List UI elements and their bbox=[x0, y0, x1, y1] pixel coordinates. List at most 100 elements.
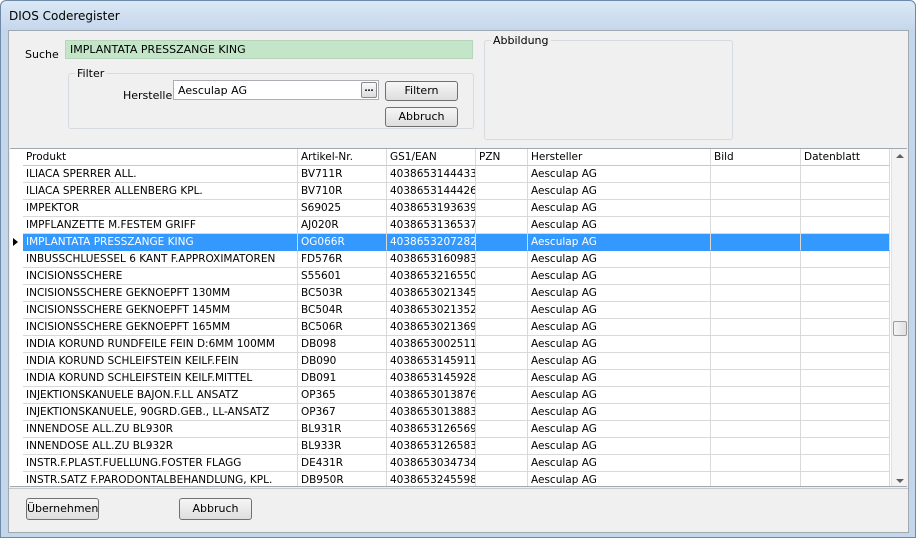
table-cell: BV711R bbox=[298, 166, 387, 183]
vertical-scrollbar[interactable] bbox=[891, 149, 907, 486]
table-row[interactable]: INDIA KORUND SCHLEIFSTEIN KEILF.MITTEL DB… bbox=[10, 370, 890, 387]
dialog-client-area: Suche Filter Hersteller Aesculap AG … Fi… bbox=[8, 30, 909, 533]
column-header[interactable]: Artikel-Nr. bbox=[298, 149, 387, 166]
table-cell: INCISIONSSCHERE GEKNOEPFT 145MM bbox=[23, 302, 298, 319]
table-row[interactable]: INSTR.F.PLAST.FUELLUNG.FOSTER FLAGG DE431… bbox=[10, 455, 890, 472]
column-header[interactable]: Bild bbox=[711, 149, 801, 166]
table-cell bbox=[801, 472, 890, 486]
table-cell: FD576R bbox=[298, 251, 387, 268]
table-row[interactable]: INBUSSCHLUESSEL 6 KANT F.APPROXIMATOREN F… bbox=[10, 251, 890, 268]
table-cell bbox=[711, 353, 801, 370]
table-row[interactable]: INDIA KORUND RUNDFEILE FEIN D:6MM 100MM D… bbox=[10, 336, 890, 353]
table-cell: Aesculap AG bbox=[528, 200, 711, 217]
table-cell: 4038653013876 bbox=[387, 387, 476, 404]
table-cell bbox=[801, 183, 890, 200]
table-cell: ILIACA SPERRER ALLENBERG KPL. bbox=[23, 183, 298, 200]
table-cell: Aesculap AG bbox=[528, 217, 711, 234]
scroll-thumb[interactable] bbox=[893, 321, 907, 336]
table-cell: 4038653207282 bbox=[387, 234, 476, 251]
table-cell: Aesculap AG bbox=[528, 472, 711, 486]
column-header[interactable]: PZN bbox=[476, 149, 528, 166]
table-cell bbox=[711, 455, 801, 472]
table-cell bbox=[711, 183, 801, 200]
table-cell bbox=[476, 387, 528, 404]
column-header[interactable]: Datenblatt bbox=[801, 149, 890, 166]
table-row[interactable]: INJEKTIONSKANUELE BAJON.F.LL ANSATZ OP365… bbox=[10, 387, 890, 404]
table-cell: OP367 bbox=[298, 404, 387, 421]
table-row[interactable]: IMPEKTOR S69025 4038653193639 Aesculap AG bbox=[10, 200, 890, 217]
table-cell: BL931R bbox=[298, 421, 387, 438]
search-input[interactable] bbox=[65, 40, 473, 59]
table-cell: 4038653160983 bbox=[387, 251, 476, 268]
table-row[interactable]: IMPLANTATA PRESSZANGE KING OG066R 40386532… bbox=[10, 234, 890, 251]
filter-cancel-button[interactable]: Abbruch bbox=[385, 107, 458, 127]
table-cell bbox=[711, 387, 801, 404]
table-row[interactable]: INCISIONSSCHERE GEKNOEPFT 130MM BC503R 403… bbox=[10, 285, 890, 302]
table-cell: Aesculap AG bbox=[528, 302, 711, 319]
table-row[interactable]: ILIACA SPERRER ALL. BV711R 4038653144433 Ae… bbox=[10, 166, 890, 183]
table-row[interactable]: INCISIONSSCHERE GEKNOEPFT 145MM BC504R 403… bbox=[10, 302, 890, 319]
table-cell bbox=[711, 251, 801, 268]
scroll-down-icon[interactable] bbox=[896, 479, 904, 483]
table-cell: 4038653136537 bbox=[387, 217, 476, 234]
product-table[interactable]: Produkt Artikel-Nr. GS1/EAN PZN Hersteller Bi… bbox=[10, 148, 907, 487]
table-cell bbox=[711, 285, 801, 302]
table-cell bbox=[711, 217, 801, 234]
table-cell bbox=[476, 455, 528, 472]
table-cell: 4038653126583 bbox=[387, 438, 476, 455]
table-row[interactable]: INNENDOSE ALL.ZU BL932R BL933R 40386531265… bbox=[10, 438, 890, 455]
table-cell bbox=[711, 438, 801, 455]
table-cell: Aesculap AG bbox=[528, 421, 711, 438]
manufacturer-label: Hersteller bbox=[123, 89, 177, 102]
table-row[interactable]: INCISIONSSCHERE GEKNOEPFT 165MM BC506R 403… bbox=[10, 319, 890, 336]
manufacturer-value: Aesculap AG bbox=[178, 84, 247, 97]
column-header[interactable]: Produkt bbox=[23, 149, 298, 166]
column-header[interactable]: Hersteller bbox=[528, 149, 711, 166]
title-bar[interactable]: DIOS Coderegister bbox=[1, 1, 915, 29]
table-row[interactable]: INCISIONSSCHERE S55601 4038653216550 Aescul… bbox=[10, 268, 890, 285]
table-cell bbox=[476, 353, 528, 370]
table-cell: INDIA KORUND SCHLEIFSTEIN KEILF.FEIN bbox=[23, 353, 298, 370]
table-cell: INDIA KORUND SCHLEIFSTEIN KEILF.MITTEL bbox=[23, 370, 298, 387]
filter-button[interactable]: Filtern bbox=[385, 81, 458, 101]
table-row[interactable]: INNENDOSE ALL.ZU BL930R BL931R 40386531265… bbox=[10, 421, 890, 438]
table-cell: INCISIONSSCHERE bbox=[23, 268, 298, 285]
table-cell bbox=[801, 370, 890, 387]
table-cell: Aesculap AG bbox=[528, 455, 711, 472]
table-row[interactable]: ILIACA SPERRER ALLENBERG KPL. BV710R 40386… bbox=[10, 183, 890, 200]
table-cell: S69025 bbox=[298, 200, 387, 217]
table-cell: Aesculap AG bbox=[528, 336, 711, 353]
table-cell bbox=[801, 404, 890, 421]
table-cell: DE431R bbox=[298, 455, 387, 472]
table-cell bbox=[801, 251, 890, 268]
scroll-up-icon[interactable] bbox=[896, 154, 904, 158]
table-cell bbox=[476, 200, 528, 217]
table-cell bbox=[711, 234, 801, 251]
table-cell: ILIACA SPERRER ALL. bbox=[23, 166, 298, 183]
table-cell bbox=[801, 268, 890, 285]
table-cell bbox=[476, 268, 528, 285]
table-row[interactable]: IMPFLANZETTE M.FESTEM GRIFF AJ020R 4038653… bbox=[10, 217, 890, 234]
table-cell bbox=[476, 421, 528, 438]
table-cell: BV710R bbox=[298, 183, 387, 200]
row-indicator-icon bbox=[13, 238, 18, 246]
column-header[interactable]: GS1/EAN bbox=[387, 149, 476, 166]
table-cell bbox=[476, 166, 528, 183]
table-cell: S55601 bbox=[298, 268, 387, 285]
table-cell: Aesculap AG bbox=[528, 438, 711, 455]
table-row[interactable]: INSTR.SATZ F.PARODONTALBEHANDLUNG, KPL. D… bbox=[10, 472, 890, 486]
accept-button[interactable]: Übernehmen bbox=[26, 498, 99, 520]
footer-cancel-button[interactable]: Abbruch bbox=[179, 498, 252, 520]
table-cell: INNENDOSE ALL.ZU BL932R bbox=[23, 438, 298, 455]
table-cell: BC504R bbox=[298, 302, 387, 319]
table-cell bbox=[711, 200, 801, 217]
table-cell bbox=[476, 472, 528, 486]
table-cell: INJEKTIONSKANUELE, 90GRD.GEB., LL-ANSATZ bbox=[23, 404, 298, 421]
table-row[interactable]: INJEKTIONSKANUELE, 90GRD.GEB., LL-ANSATZ… bbox=[10, 404, 890, 421]
manufacturer-field[interactable]: Aesculap AG … bbox=[173, 80, 379, 100]
table-row[interactable]: INDIA KORUND SCHLEIFSTEIN KEILF.FEIN DB09… bbox=[10, 353, 890, 370]
table-cell bbox=[476, 183, 528, 200]
image-panel: Abbildung bbox=[484, 34, 733, 140]
table-cell bbox=[711, 319, 801, 336]
browse-dots-button[interactable]: … bbox=[361, 82, 377, 98]
